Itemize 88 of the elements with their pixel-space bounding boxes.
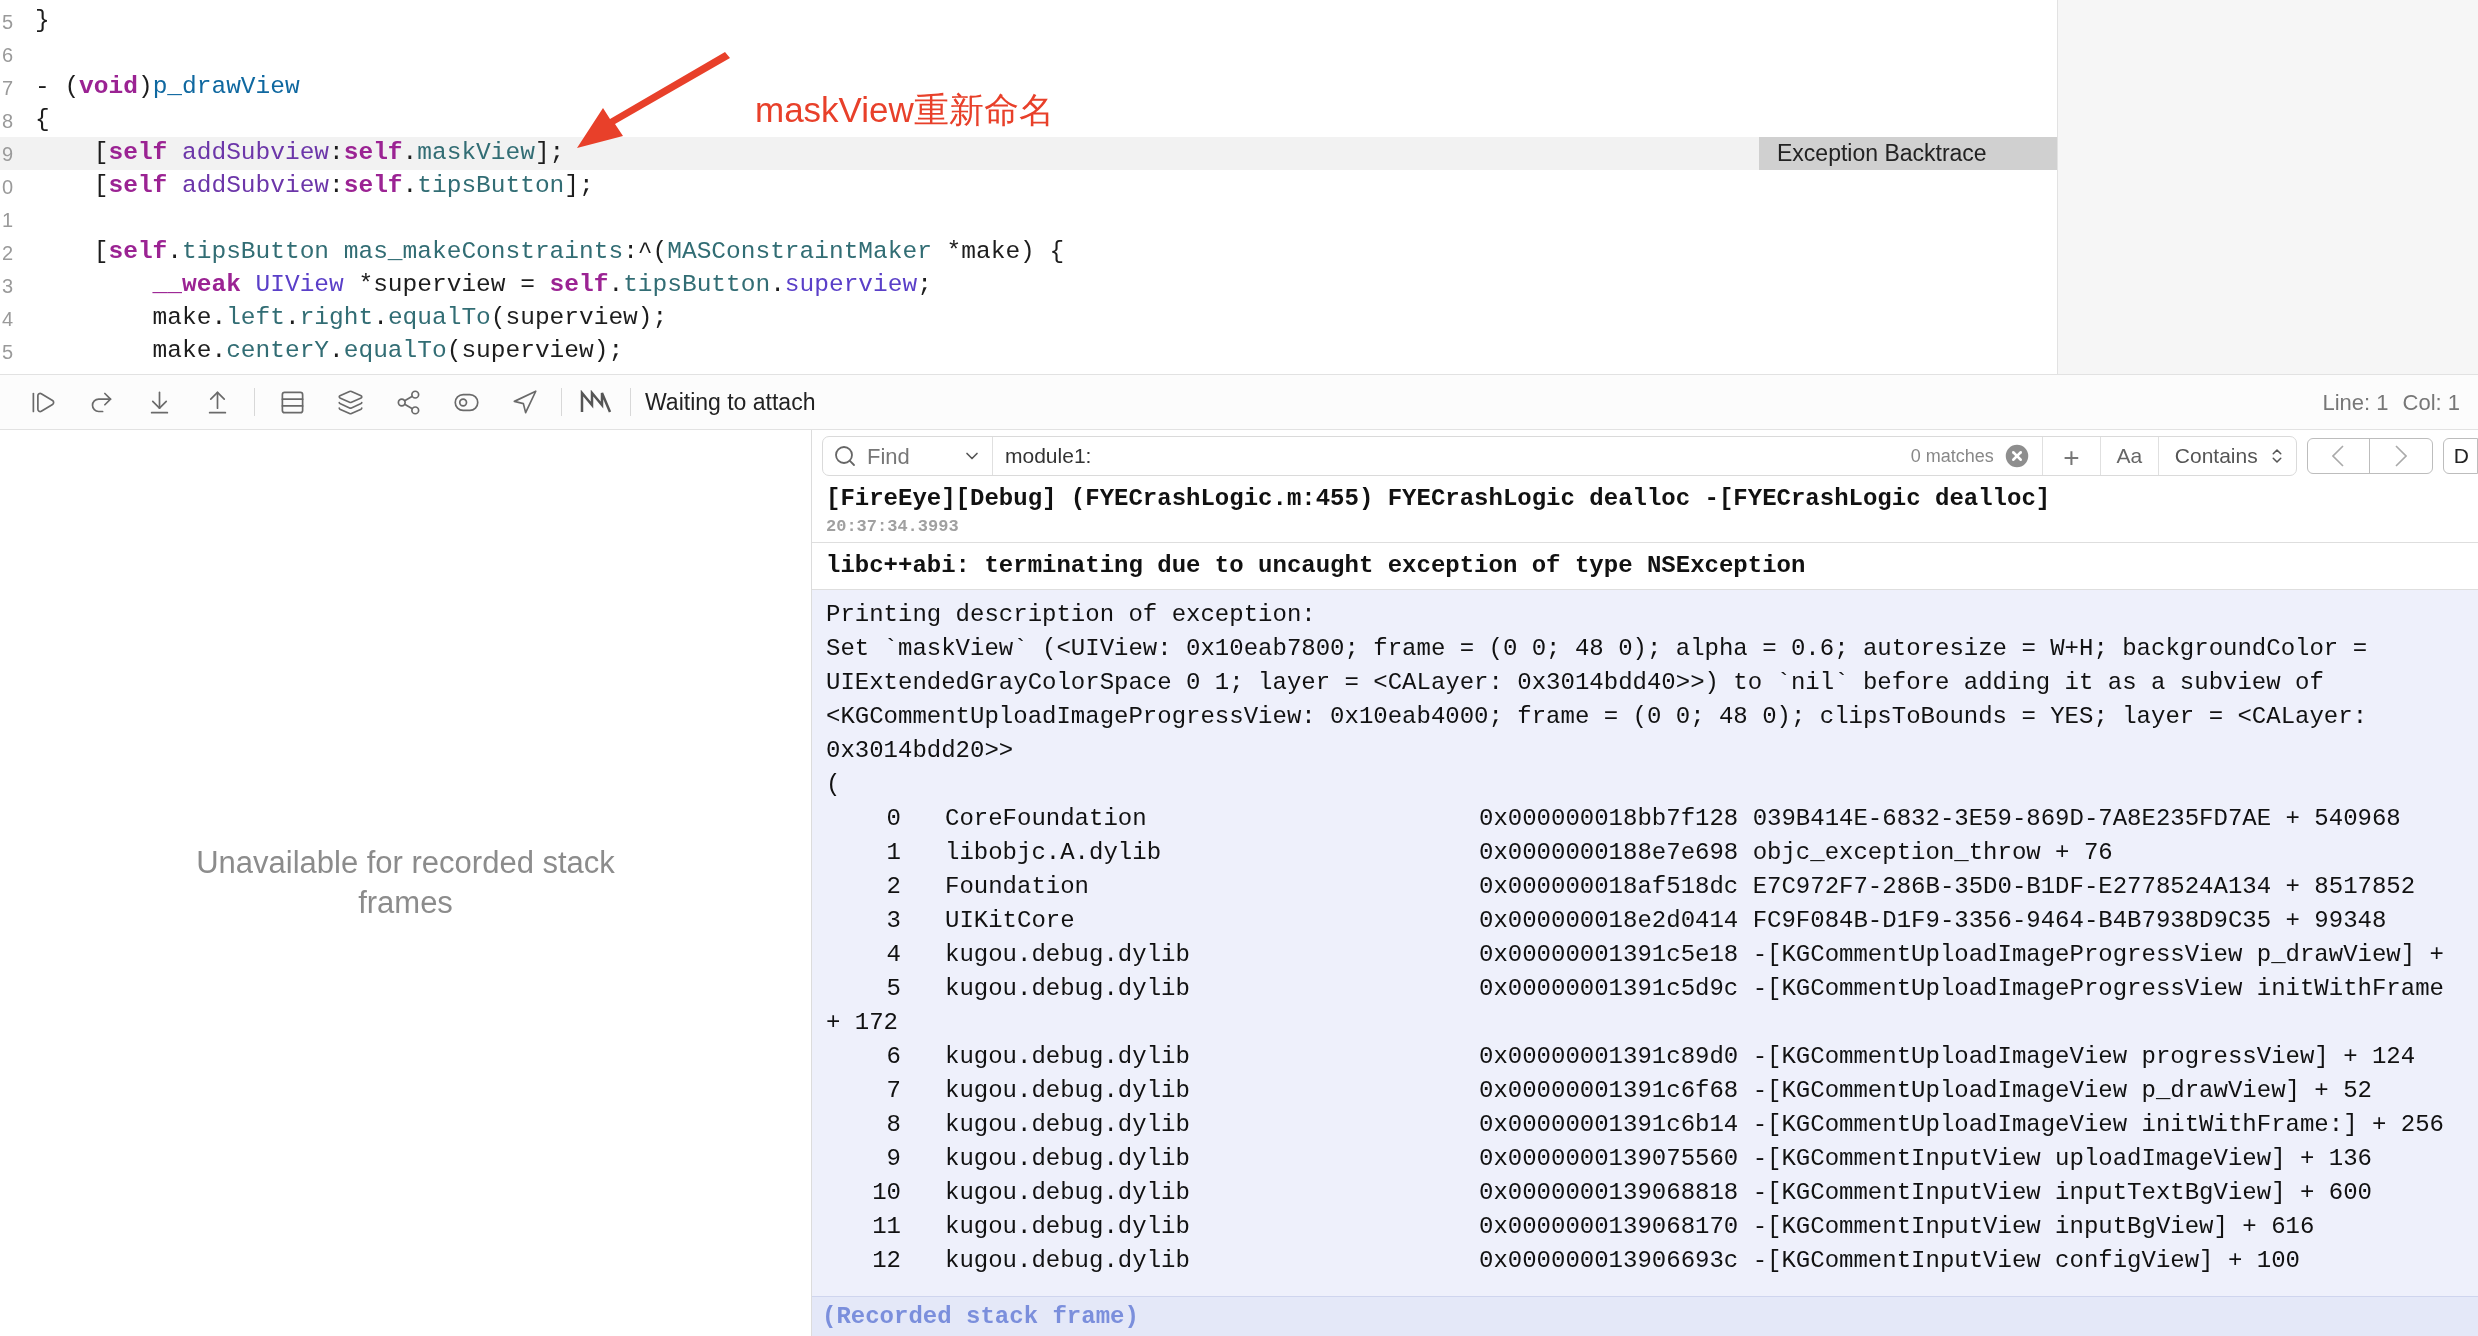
log-message: libc++abi: terminating due to uncaught exception of type NSException — [826, 551, 1807, 581]
add-button[interactable]: + — [2041, 437, 2100, 475]
frame-index: 9 — [885, 1144, 901, 1174]
recorded-frame-label: (Recorded stack frame) — [822, 1301, 1139, 1332]
log-timestamp: 20:37:34.3993 — [826, 516, 960, 538]
code-line: make.left.right.equalTo(superview); — [151, 303, 668, 334]
frame-library: kugou.debug.dylib — [945, 1246, 1191, 1276]
line-number: 9 — [1, 141, 15, 167]
frame-symbol: 0x00000001391c5e18 -[KGCommentUploadImageProgressView p_drawView] + — [1479, 940, 2444, 970]
line-indicator: Line: 1 — [2322, 388, 2389, 417]
frame-symbol: 0x000000018af518dc E7C972F7-286B-35D0-B1DF-E2778524A134 + 8517852 — [1479, 872, 2416, 902]
description-line: Printing description of exception: — [826, 600, 1316, 630]
frame-index: 4 — [885, 940, 901, 970]
line-number: 5 — [1, 339, 15, 365]
line-number: 1 — [1, 207, 15, 233]
frame-symbol: 0x0000000139075560 -[KGCommentInputView uploadImageView] + 136 — [1479, 1144, 2372, 1174]
code-line: [self addSubview:self.maskView]; — [92, 138, 565, 169]
frame-symbol: 0x0000000139068170 -[KGCommentInputView inputBgView] + 616 — [1479, 1212, 2315, 1242]
description-line: 0x3014bdd20>> — [826, 736, 1014, 766]
frame-library: Foundation — [945, 872, 1091, 902]
line-number: 3 — [1, 273, 15, 299]
line-number: 4 — [1, 306, 15, 332]
find-field[interactable]: module1: — [993, 437, 1911, 475]
log-message: [FireEye][Debug] (FYECrashLogic.m:455) FYECrashLogic dealloc -[FYECrashLogic dealloc] — [826, 484, 2052, 514]
match-count: 0 matches — [1910, 444, 1994, 468]
match-type-menu[interactable]: Contains — [2157, 437, 2296, 475]
frame-index: 3 — [885, 906, 901, 936]
exception-badge[interactable]: Exception Backtrace — [1759, 137, 2057, 170]
debug-status: Waiting to attach — [645, 387, 816, 417]
description-line: Set `maskView` (<UIView: 0x10eab7800; frame = (0 0; 48 0); alpha = 0.6; autoresize = W+H; backgroundColor = — [826, 634, 2368, 664]
line-number: 2 — [1, 240, 15, 266]
done-button[interactable]: D — [2442, 438, 2478, 474]
description-line: <KGCommentUploadImageProgressView: 0x10eab4000; frame = (0 0; 48 0); clipsToBounds = YES; layer = <CALayer: — [826, 702, 2368, 732]
frame-symbol: 0x00000001391c6f68 -[KGCommentUploadImageView p_drawView] + 52 — [1479, 1076, 2372, 1106]
frame-index: 5 — [885, 974, 901, 1004]
frame-continuation: + 172 — [826, 1008, 898, 1038]
frame-symbol: 0x00000001391c5d9c -[KGCommentUploadImageProgressView initWithFrame — [1479, 974, 2444, 1004]
code-line: make.centerY.equalTo(superview); — [151, 336, 624, 367]
frame-index: 7 — [885, 1076, 901, 1106]
line-number: 8 — [1, 108, 15, 134]
line-number: 6 — [1, 42, 15, 68]
find-mode-menu[interactable]: Find — [823, 437, 993, 475]
search-icon — [833, 444, 857, 468]
line-number: 7 — [1, 75, 15, 101]
frame-index: 0 — [885, 804, 901, 834]
frame-symbol: 0x0000000139068818 -[KGCommentInputView inputTextBgView] + 600 — [1479, 1178, 2372, 1208]
line-number: 0 — [1, 174, 15, 200]
frame-library: UIKitCore — [945, 906, 1076, 936]
frame-symbol: 0x0000000188e7e698 objc_exception_throw + 76 — [1479, 838, 2113, 868]
chevron-left-icon — [2332, 445, 2345, 467]
column-indicator: Col: 1 — [2402, 388, 2460, 417]
description-line: ( — [826, 770, 841, 800]
frame-library: kugou.debug.dylib — [945, 1178, 1191, 1208]
description-line: UIExtendedGrayColorSpace 0 1; layer = <CALayer: 0x3014bdd40>>) to `nil` before adding it as a subview of — [826, 668, 2324, 698]
frame-index: 6 — [885, 1042, 901, 1072]
frame-library: kugou.debug.dylib — [945, 1144, 1191, 1174]
frame-symbol: 0x00000001391c6b14 -[KGCommentUploadImageView initWithFrame:] + 256 — [1479, 1110, 2444, 1140]
chevron-right-icon — [2394, 445, 2407, 467]
frame-library: kugou.debug.dylib — [945, 1110, 1191, 1140]
frame-library: kugou.debug.dylib — [945, 1212, 1191, 1242]
frame-index: 11 — [871, 1212, 901, 1242]
line-number: 5 — [1, 9, 15, 35]
code-line: [self addSubview:self.tipsButton]; — [92, 171, 594, 202]
find-bar[interactable]: Find module1: 0 matches + Aa Contains — [822, 436, 2297, 476]
frame-symbol: 0x000000018e2d0414 FC9F084B-D1F9-3356-9464-B4B7938D9C35 + 99348 — [1479, 906, 2387, 936]
frame-library: kugou.debug.dylib — [945, 1042, 1191, 1072]
memory-graph-icon[interactable] — [580, 390, 612, 414]
frame-symbol: 0x00000001391c89d0 -[KGCommentUploadImageView progressView] + 124 — [1479, 1042, 2416, 1072]
frame-library: CoreFoundation — [945, 804, 1148, 834]
frame-library: kugou.debug.dylib — [945, 974, 1191, 1004]
case-toggle[interactable]: Aa — [2099, 437, 2158, 475]
code-line: } — [35, 6, 50, 37]
frame-library: kugou.debug.dylib — [945, 1076, 1191, 1106]
frame-index: 1 — [885, 838, 901, 868]
frame-index: 8 — [885, 1110, 901, 1140]
frame-symbol: 0x000000018bb7f128 039B414E-6832-3E59-869D-7A8E235FD7AE + 540968 — [1479, 804, 2401, 834]
frame-index: 12 — [871, 1246, 901, 1276]
empty-message: Unavailable for recorded stack frames — [195, 844, 616, 922]
frame-index: 2 — [885, 872, 901, 902]
frame-symbol: 0x000000013906693c -[KGCommentInputView configView] + 100 — [1479, 1246, 2300, 1276]
frame-library: kugou.debug.dylib — [945, 940, 1191, 970]
frame-index: 10 — [871, 1178, 901, 1208]
frame-library: libobjc.A.dylib — [945, 838, 1163, 868]
code-line: { — [35, 105, 50, 136]
code-line: - (void)p_drawView — [35, 72, 300, 103]
code-line: __weak UIView *superview = self.tipsButton.superview; — [151, 270, 932, 301]
annotation-text: maskView重新命名 — [755, 89, 1054, 131]
code-line: [self.tipsButton mas_makeConstraints:^(MASConstraintMaker *make) { — [92, 237, 1065, 268]
